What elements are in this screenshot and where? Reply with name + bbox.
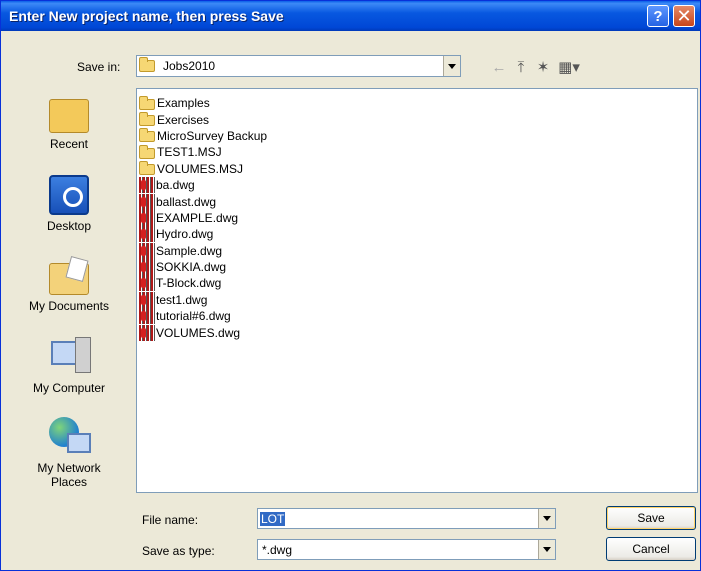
toolbar: ← ⤒ ✶ ▦▾ [488,57,584,77]
file-list-item[interactable]: SOKKIA.dwg [139,259,267,276]
dwg-file-icon [139,259,155,276]
save-in-label: Save in: [77,60,121,74]
places-bar: Recent Desktop My Documents My Computer … [9,87,129,507]
file-list-item[interactable]: Hydro.dwg [139,226,267,243]
item-name: Sample.dwg [156,243,223,258]
save-in-dropdown[interactable]: Jobs2010 [136,55,461,77]
dwg-file-icon [139,226,155,243]
save-as-type-label: Save as type: [142,544,215,558]
place-label: My Computer [32,381,106,395]
views-menu-icon[interactable]: ▦▾ [554,57,584,77]
file-list-item[interactable]: Sample.dwg [139,242,267,259]
place-my-computer[interactable]: My Computer [9,331,129,411]
desktop-icon [49,175,89,215]
new-folder-icon[interactable]: ✶ [532,57,554,77]
item-name: VOLUMES.MSJ [157,161,244,176]
file-list-item[interactable]: ballast.dwg [139,193,267,210]
item-name: ba.dwg [156,178,195,193]
dwg-file-icon [139,308,155,325]
file-name-input[interactable]: LOT [257,508,556,529]
item-name: TEST1.MSJ [157,145,222,160]
cancel-button[interactable]: Cancel [606,537,696,561]
item-name: Examples [157,96,210,111]
item-name: tutorial#6.dwg [156,309,231,324]
place-label: My Documents [28,299,110,313]
help-button[interactable]: ? [647,5,669,27]
file-list-item[interactable]: VOLUMES.dwg [139,324,267,341]
folder-icon [139,57,155,72]
item-name: SOKKIA.dwg [156,260,227,275]
place-label: Recent [49,137,89,151]
save-as-type-value: *.dwg [262,542,293,557]
close-icon: ✕ [676,6,692,26]
dwg-file-icon [139,193,155,210]
window-title: Enter New project name, then press Save [9,8,284,24]
folder-icon [139,128,155,143]
folder-list-item[interactable]: MicroSurvey Backup [139,128,267,144]
save-in-value: Jobs2010 [163,59,216,73]
back-icon[interactable]: ← [488,57,510,77]
dwg-file-icon [139,291,155,308]
item-name: VOLUMES.dwg [156,325,241,340]
item-name: Exercises [157,112,210,127]
place-label: Desktop [46,219,92,233]
file-list-item[interactable]: test1.dwg [139,291,267,308]
folder-icon [139,144,155,159]
dropdown-arrow-icon[interactable] [538,509,555,528]
dwg-file-icon [139,242,155,259]
file-list-item[interactable]: EXAMPLE.dwg [139,209,267,226]
file-list-item[interactable]: ba.dwg [139,177,267,194]
recent-folder-icon [49,99,89,133]
place-my-documents[interactable]: My Documents [9,251,129,331]
help-icon: ? [653,7,663,25]
item-name: ballast.dwg [156,194,217,209]
save-button[interactable]: Save [606,506,696,530]
dropdown-arrow-icon[interactable] [443,56,460,76]
folder-list-item[interactable]: TEST1.MSJ [139,144,267,160]
folder-icon [139,95,155,110]
place-label: My Network Places [37,461,101,489]
item-name: test1.dwg [156,292,208,307]
network-globe-icon [49,417,91,457]
dwg-file-icon [139,177,155,194]
dwg-file-icon [139,324,155,341]
up-folder-icon[interactable]: ⤒ [510,57,532,77]
dwg-file-icon [139,275,155,292]
file-name-label: File name: [142,513,199,527]
dwg-file-icon [139,209,155,226]
my-documents-icon [49,263,89,295]
title-bar[interactable]: Enter New project name, then press Save … [1,1,700,31]
folder-icon [139,161,155,176]
folder-icon [139,112,155,127]
item-name: EXAMPLE.dwg [156,210,239,225]
dropdown-arrow-icon[interactable] [538,540,555,559]
file-name-value[interactable]: LOT [260,511,286,526]
file-list-item[interactable]: tutorial#6.dwg [139,308,267,325]
close-button[interactable]: ✕ [673,5,695,27]
folder-list-item[interactable]: VOLUMES.MSJ [139,161,267,177]
item-name: T-Block.dwg [156,276,222,291]
item-name: MicroSurvey Backup [157,128,268,143]
save-dialog: Enter New project name, then press Save … [0,0,701,571]
place-desktop[interactable]: Desktop [9,169,129,249]
file-list-item[interactable]: T-Block.dwg [139,275,267,292]
my-computer-icon [51,337,91,377]
folder-list-item[interactable]: Exercises [139,111,267,127]
item-name: Hydro.dwg [156,227,214,242]
folder-list-item[interactable]: Examples [139,95,267,111]
save-as-type-dropdown[interactable]: *.dwg [257,539,556,560]
place-my-network-places[interactable]: My Network Places [9,411,129,491]
file-list[interactable]: Examples Exercises MicroSurvey Backup TEST1… [136,88,698,493]
place-recent[interactable]: Recent [9,87,129,167]
